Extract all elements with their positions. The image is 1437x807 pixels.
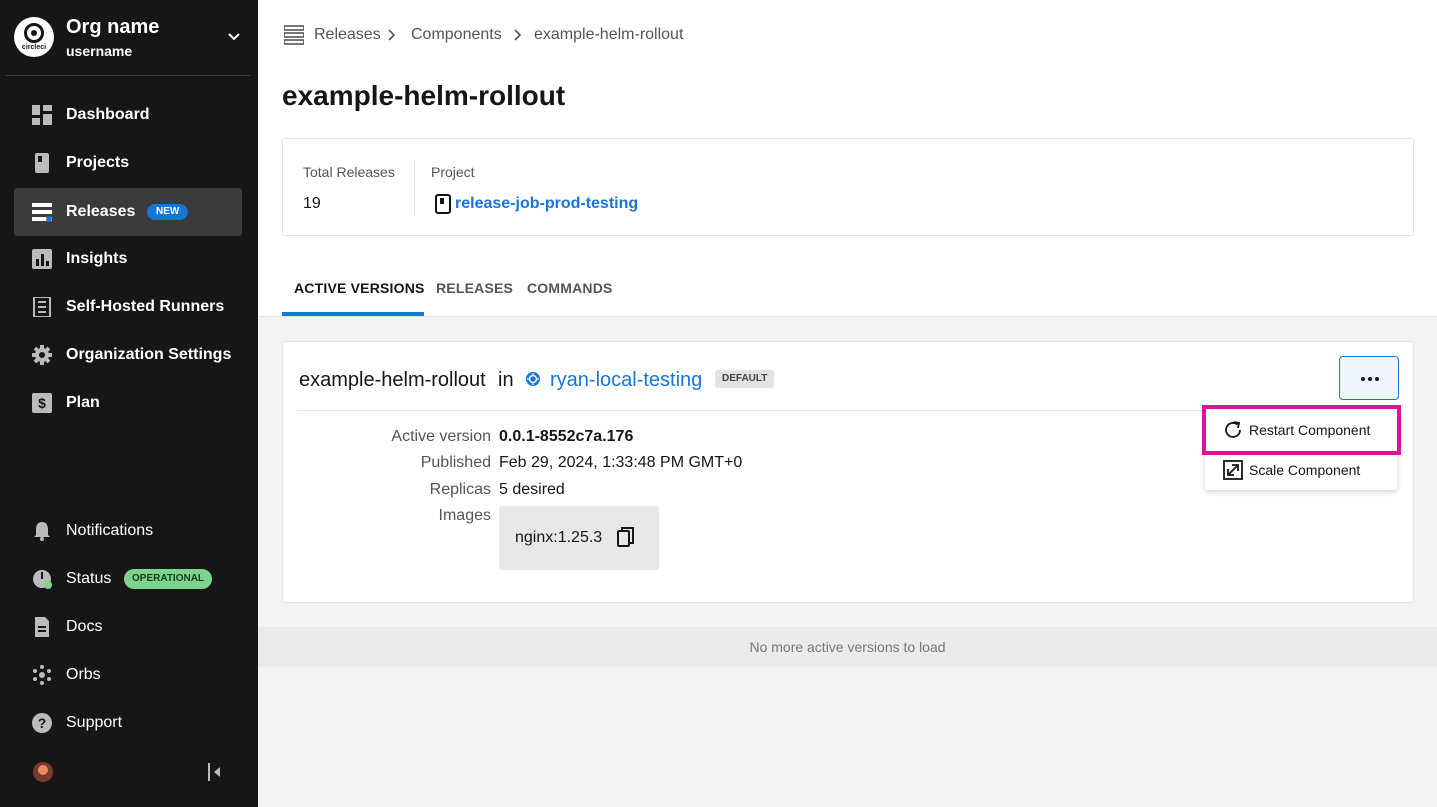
environment-link[interactable]: ryan-local-testing [550,369,702,392]
divider [414,161,415,215]
sidebar-item-label: Insights [66,250,128,267]
help-icon: ? [32,713,52,733]
image-chip: nginx:1.25.3 [499,506,659,570]
sidebar-item-orbs[interactable]: Orbs [14,651,242,699]
status-badge: OPERATIONAL [124,569,213,589]
sidebar-item-insights[interactable]: Insights [14,235,242,283]
no-more-versions: No more active versions to load [258,627,1437,667]
scale-component-label: Scale Component [1249,462,1361,478]
replicas-value: 5 desired [499,481,565,498]
sidebar-item-label: Projects [66,154,130,171]
runners-icon [33,297,51,317]
sidebar: circleci Org name username Dashboard Pro… [0,0,258,807]
tab-active-versions[interactable]: ACTIVE VERSIONS [294,280,425,296]
org-switcher[interactable]: circleci Org name username [6,0,250,76]
scale-component-menu-item[interactable]: Scale Component [1205,450,1397,490]
sidebar-item-label: Self-Hosted Runners [66,298,225,315]
chevron-right-icon [388,29,396,41]
breadcrumb-current: example-helm-rollout [534,26,684,43]
published-label: Published [420,454,491,471]
total-releases-label: Total Releases [303,164,395,180]
default-badge: DEFAULT [715,370,775,388]
sidebar-item-label: Docs [66,618,103,635]
sidebar-item-docs[interactable]: Docs [14,603,242,651]
scale-icon [1223,460,1243,480]
in-label: in [498,369,514,391]
highlight-box [1202,405,1401,455]
sidebar-item-self-hosted-runners[interactable]: Self-Hosted Runners [14,283,242,331]
active-version-value: 0.0.1-8552c7a.176 [499,428,634,445]
breadcrumb-components[interactable]: Components [411,26,502,44]
breadcrumb-releases[interactable]: Releases [314,26,381,44]
images-label: Images [438,507,491,524]
chevron-right-icon [514,29,522,41]
collapse-sidebar-icon[interactable] [206,763,222,781]
project-link[interactable]: release-job-prod-testing [455,195,638,213]
summary-card: Total Releases 19 Project release-job-pr… [282,138,1414,236]
org-username: username [66,43,133,59]
active-tab-indicator [282,312,424,316]
tab-commands[interactable]: COMMANDS [527,280,613,296]
avatar[interactable] [33,762,53,782]
sidebar-item-status[interactable]: Status OPERATIONAL [14,555,242,603]
new-badge: NEW [147,204,189,220]
sidebar-item-support[interactable]: ? Support [14,699,242,747]
sidebar-item-label: Releases [66,203,136,220]
insights-icon [32,249,52,269]
total-releases-value: 19 [303,195,321,212]
sidebar-item-label: Notifications [66,522,154,539]
sidebar-item-label: Plan [66,394,100,411]
tab-releases[interactable]: RELEASES [436,280,513,296]
releases-icon [284,25,304,45]
active-version-label: Active version [391,428,491,445]
svg-text:?: ? [38,715,47,731]
projects-icon [35,153,49,173]
sidebar-item-notifications[interactable]: Notifications [14,507,242,555]
copy-icon[interactable] [617,527,635,549]
sidebar-item-projects[interactable]: Projects [14,139,242,187]
sidebar-item-organization-settings[interactable]: Organization Settings [14,331,242,379]
circleci-logo: circleci [14,17,54,57]
component-name: example-helm-rollout [299,369,486,391]
bell-icon [34,522,50,541]
sidebar-item-label: Support [66,714,123,731]
sidebar-item-label: Dashboard [66,106,150,123]
svg-text:$: $ [38,395,46,411]
sidebar-item-dashboard[interactable]: Dashboard [14,91,242,139]
published-value: Feb 29, 2024, 1:33:48 PM GMT+0 [499,454,743,471]
status-icon [33,570,52,589]
sidebar-item-label: Status [66,570,112,587]
orbs-icon [33,665,51,685]
dollar-icon: $ [32,393,52,413]
page-title: example-helm-rollout [282,80,566,111]
sidebar-item-label: Organization Settings [66,346,232,363]
org-name: Org name [66,16,160,38]
docs-icon [35,617,49,637]
sidebar-item-plan[interactable]: $ Plan [14,379,242,427]
project-label: Project [431,164,475,180]
dashboard-icon [32,105,52,125]
projects-icon [435,194,451,214]
sidebar-item-releases[interactable]: Releases NEW [14,188,242,236]
sidebar-item-label: Orbs [66,666,101,683]
kubernetes-icon [526,372,540,386]
image-value: nginx:1.25.3 [515,529,603,546]
gear-icon [32,345,52,365]
more-actions-button[interactable] [1339,356,1399,400]
chevron-down-icon[interactable] [226,28,242,44]
replicas-label: Replicas [429,481,491,498]
releases-icon [32,203,52,222]
